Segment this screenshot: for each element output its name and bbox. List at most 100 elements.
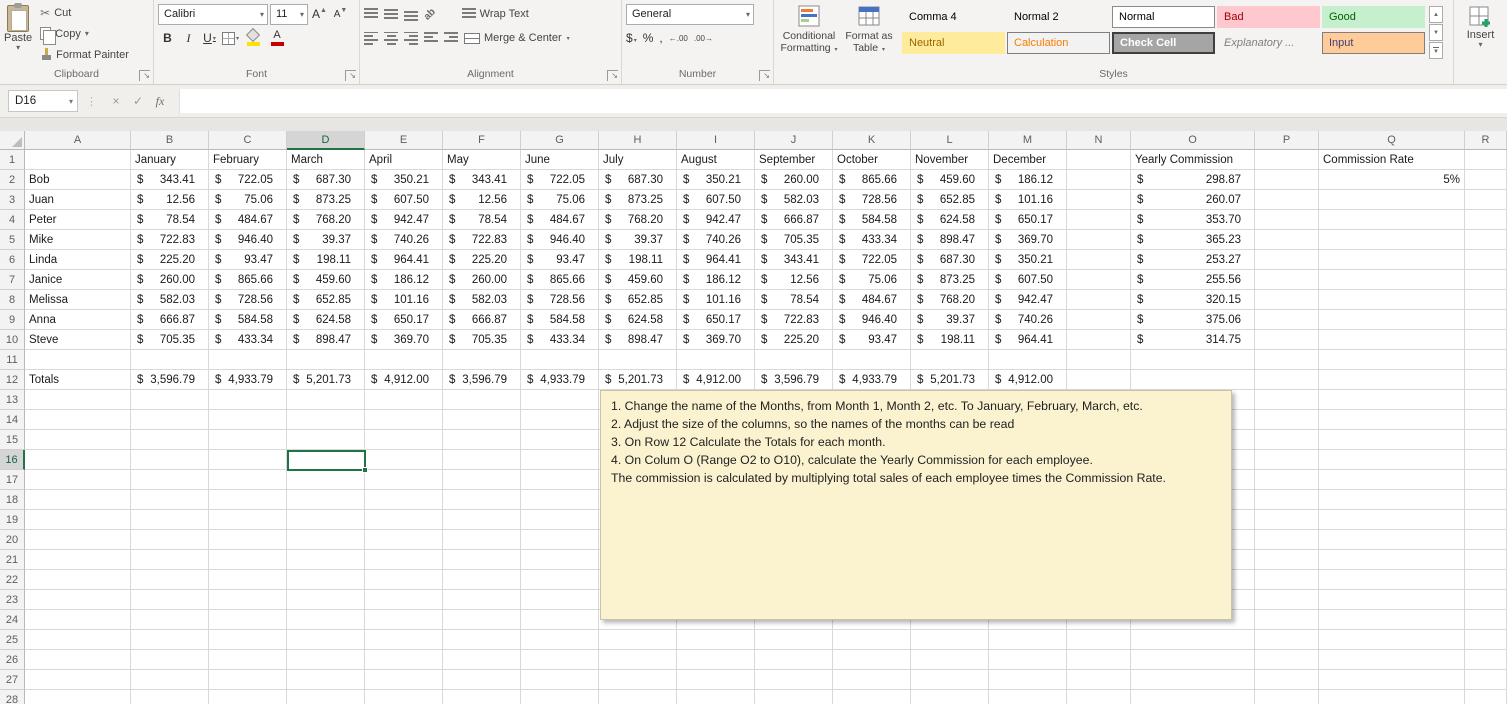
cell-G7[interactable]: $865.66 (521, 270, 599, 290)
cell-H26[interactable] (599, 650, 677, 670)
format-painter-button[interactable]: Format Painter (40, 44, 129, 65)
column-header-I[interactable]: I (677, 131, 755, 150)
cell-A27[interactable] (25, 670, 131, 690)
cell-P6[interactable] (1255, 250, 1319, 270)
cell-F5[interactable]: $722.83 (443, 230, 521, 250)
cell-P8[interactable] (1255, 290, 1319, 310)
cell-P19[interactable] (1255, 510, 1319, 530)
percent-style-button[interactable]: % (643, 31, 654, 45)
cell-R9[interactable] (1465, 310, 1507, 330)
cell-Q13[interactable] (1319, 390, 1465, 410)
cell-E9[interactable]: $650.17 (365, 310, 443, 330)
cell-A1[interactable] (25, 150, 131, 170)
cell-N3[interactable] (1067, 190, 1131, 210)
cell-H10[interactable]: $898.47 (599, 330, 677, 350)
cell-D16[interactable] (287, 450, 365, 470)
cell-K25[interactable] (833, 630, 911, 650)
cell-E21[interactable] (365, 550, 443, 570)
cell-R19[interactable] (1465, 510, 1507, 530)
row-header-8[interactable]: 8 (0, 290, 25, 310)
cell-A13[interactable] (25, 390, 131, 410)
cell-H5[interactable]: $39.37 (599, 230, 677, 250)
cell-J3[interactable]: $582.03 (755, 190, 833, 210)
cell-C11[interactable] (209, 350, 287, 370)
select-all-corner[interactable] (0, 131, 25, 150)
cell-B13[interactable] (131, 390, 209, 410)
copy-button[interactable]: Copy ▾ (40, 23, 129, 45)
cell-I26[interactable] (677, 650, 755, 670)
column-header-C[interactable]: C (209, 131, 287, 150)
cell-D4[interactable]: $768.20 (287, 210, 365, 230)
cell-G25[interactable] (521, 630, 599, 650)
row-header-24[interactable]: 24 (0, 610, 25, 630)
cell-Q26[interactable] (1319, 650, 1465, 670)
column-header-P[interactable]: P (1255, 131, 1319, 150)
cell-E27[interactable] (365, 670, 443, 690)
style-calculation[interactable]: Calculation (1007, 32, 1110, 54)
cell-J11[interactable] (755, 350, 833, 370)
cell-P18[interactable] (1255, 490, 1319, 510)
row-header-1[interactable]: 1 (0, 150, 25, 170)
cell-Q2[interactable]: 5% (1319, 170, 1465, 190)
cell-E19[interactable] (365, 510, 443, 530)
cell-K7[interactable]: $75.06 (833, 270, 911, 290)
cell-A10[interactable]: Steve (25, 330, 131, 350)
cell-F6[interactable]: $225.20 (443, 250, 521, 270)
column-header-H[interactable]: H (599, 131, 677, 150)
cell-G11[interactable] (521, 350, 599, 370)
cell-Q21[interactable] (1319, 550, 1465, 570)
paste-button[interactable]: Paste ▾ (4, 2, 32, 67)
cell-C25[interactable] (209, 630, 287, 650)
cell-M10[interactable]: $964.41 (989, 330, 1067, 350)
cell-A25[interactable] (25, 630, 131, 650)
cell-R13[interactable] (1465, 390, 1507, 410)
cell-R2[interactable] (1465, 170, 1507, 190)
cell-F4[interactable]: $78.54 (443, 210, 521, 230)
cell-G12[interactable]: $4,933.79 (521, 370, 599, 390)
cell-K26[interactable] (833, 650, 911, 670)
cell-H6[interactable]: $198.11 (599, 250, 677, 270)
cell-D28[interactable] (287, 690, 365, 704)
cell-I4[interactable]: $942.47 (677, 210, 755, 230)
cell-B10[interactable]: $705.35 (131, 330, 209, 350)
cell-H25[interactable] (599, 630, 677, 650)
gallery-scroll-up-button[interactable]: ▲ (1429, 6, 1443, 23)
cell-F7[interactable]: $260.00 (443, 270, 521, 290)
cell-I27[interactable] (677, 670, 755, 690)
cell-B7[interactable]: $260.00 (131, 270, 209, 290)
row-header-5[interactable]: 5 (0, 230, 25, 250)
cell-N11[interactable] (1067, 350, 1131, 370)
cell-J10[interactable]: $225.20 (755, 330, 833, 350)
cell-D10[interactable]: $898.47 (287, 330, 365, 350)
align-left-button[interactable] (364, 31, 378, 45)
cell-M4[interactable]: $650.17 (989, 210, 1067, 230)
cell-R3[interactable] (1465, 190, 1507, 210)
cell-Q17[interactable] (1319, 470, 1465, 490)
cell-O4[interactable]: $353.70 (1131, 210, 1255, 230)
cell-O26[interactable] (1131, 650, 1255, 670)
cell-H8[interactable]: $652.85 (599, 290, 677, 310)
cell-D24[interactable] (287, 610, 365, 630)
cell-G21[interactable] (521, 550, 599, 570)
cell-E12[interactable]: $4,912.00 (365, 370, 443, 390)
cell-E15[interactable] (365, 430, 443, 450)
cell-H28[interactable] (599, 690, 677, 704)
cell-F23[interactable] (443, 590, 521, 610)
cell-F13[interactable] (443, 390, 521, 410)
cell-B27[interactable] (131, 670, 209, 690)
cell-N28[interactable] (1067, 690, 1131, 704)
cell-C26[interactable] (209, 650, 287, 670)
cell-F11[interactable] (443, 350, 521, 370)
cell-Q4[interactable] (1319, 210, 1465, 230)
cell-P17[interactable] (1255, 470, 1319, 490)
font-dialog-launcher[interactable]: ↘ (345, 70, 356, 81)
style-bad[interactable]: Bad (1217, 6, 1320, 28)
cell-E18[interactable] (365, 490, 443, 510)
cell-A26[interactable] (25, 650, 131, 670)
row-header-11[interactable]: 11 (0, 350, 25, 370)
cell-L5[interactable]: $898.47 (911, 230, 989, 250)
cell-C13[interactable] (209, 390, 287, 410)
cell-R16[interactable] (1465, 450, 1507, 470)
column-header-E[interactable]: E (365, 131, 443, 150)
cell-Q3[interactable] (1319, 190, 1465, 210)
